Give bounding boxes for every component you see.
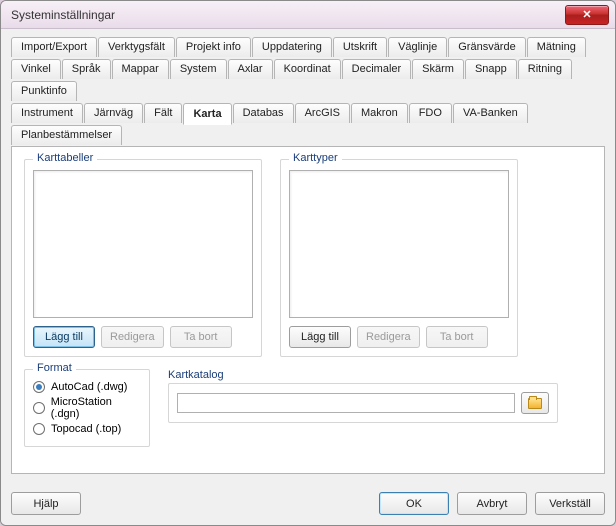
tab-gr-nsv-rde[interactable]: Gränsvärde bbox=[448, 37, 525, 57]
karttabeller-label: Karttabeller bbox=[33, 152, 97, 164]
footer-right: OK Avbryt Verkställ bbox=[379, 492, 605, 515]
tab-spr-k[interactable]: Språk bbox=[62, 59, 111, 79]
titlebar: Systeminställningar ✕ bbox=[1, 1, 615, 29]
format-option-label: MicroStation (.dgn) bbox=[51, 396, 141, 420]
tab-makron[interactable]: Makron bbox=[351, 103, 408, 123]
browse-button[interactable] bbox=[521, 392, 549, 414]
mid-row: Format AutoCad (.dwg)MicroStation (.dgn)… bbox=[24, 369, 592, 447]
karttabeller-buttons: Lägg till Redigera Ta bort bbox=[33, 326, 253, 348]
tab-snapp[interactable]: Snapp bbox=[465, 59, 517, 79]
karttyper-remove-button: Ta bort bbox=[426, 326, 488, 348]
tab-uppdatering[interactable]: Uppdatering bbox=[252, 37, 332, 57]
format-option-1[interactable]: MicroStation (.dgn) bbox=[33, 396, 141, 420]
tab-projekt-info[interactable]: Projekt info bbox=[176, 37, 251, 57]
help-button[interactable]: Hjälp bbox=[11, 492, 81, 515]
tab-verktygsf-lt[interactable]: Verktygsfält bbox=[98, 37, 175, 57]
ok-button[interactable]: OK bbox=[379, 492, 449, 515]
kartkatalog-wrapper: Kartkatalog bbox=[168, 369, 558, 423]
karttyper-edit-button: Redigera bbox=[357, 326, 420, 348]
tab-v-glinje[interactable]: Väglinje bbox=[388, 37, 447, 57]
tab-planbest-mmelser[interactable]: Planbestämmelser bbox=[11, 125, 122, 145]
tab-databas[interactable]: Databas bbox=[233, 103, 294, 123]
client-area: Import/ExportVerktygsfältProjekt infoUpp… bbox=[1, 29, 615, 484]
tab-system[interactable]: System bbox=[170, 59, 227, 79]
dialog-footer: Hjälp OK Avbryt Verkställ bbox=[1, 484, 615, 525]
tab-f-lt[interactable]: Fält bbox=[144, 103, 182, 123]
format-label: Format bbox=[33, 362, 76, 374]
tab-mappar[interactable]: Mappar bbox=[112, 59, 169, 79]
cancel-button[interactable]: Avbryt bbox=[457, 492, 527, 515]
karttyper-label: Karttyper bbox=[289, 152, 342, 164]
radio-icon bbox=[33, 402, 45, 414]
lists-row: Karttabeller Lägg till Redigera Ta bort … bbox=[24, 159, 592, 357]
radio-icon bbox=[33, 381, 45, 393]
tab-import-export[interactable]: Import/Export bbox=[11, 37, 97, 57]
window-title: Systeminställningar bbox=[11, 8, 115, 22]
tab-sk-rm[interactable]: Skärm bbox=[412, 59, 464, 79]
folder-icon bbox=[528, 398, 542, 409]
karttabeller-remove-button: Ta bort bbox=[170, 326, 232, 348]
settings-window: Systeminställningar ✕ Import/ExportVerkt… bbox=[0, 0, 616, 526]
tab-utskrift[interactable]: Utskrift bbox=[333, 37, 387, 57]
tab-koordinat[interactable]: Koordinat bbox=[274, 59, 341, 79]
format-option-label: AutoCad (.dwg) bbox=[51, 381, 127, 393]
tab-arcgis[interactable]: ArcGIS bbox=[295, 103, 350, 123]
tab-decimaler[interactable]: Decimaler bbox=[342, 59, 412, 79]
karttabeller-add-button[interactable]: Lägg till bbox=[33, 326, 95, 348]
close-button[interactable]: ✕ bbox=[565, 5, 609, 25]
radio-icon bbox=[33, 423, 45, 435]
apply-button[interactable]: Verkställ bbox=[535, 492, 605, 515]
tab-fdo[interactable]: FDO bbox=[409, 103, 452, 123]
karttyper-group: Karttyper Lägg till Redigera Ta bort bbox=[280, 159, 518, 357]
tab-axlar[interactable]: Axlar bbox=[228, 59, 273, 79]
format-option-0[interactable]: AutoCad (.dwg) bbox=[33, 381, 141, 393]
karttyper-buttons: Lägg till Redigera Ta bort bbox=[289, 326, 509, 348]
karttabeller-listbox[interactable] bbox=[33, 170, 253, 318]
format-option-2[interactable]: Topocad (.top) bbox=[33, 423, 141, 435]
tab-j-rnv-g[interactable]: Järnväg bbox=[84, 103, 143, 123]
tab-vinkel[interactable]: Vinkel bbox=[11, 59, 61, 79]
kartkatalog-input[interactable] bbox=[177, 393, 515, 413]
kartkatalog-group bbox=[168, 383, 558, 423]
karttabeller-group: Karttabeller Lägg till Redigera Ta bort bbox=[24, 159, 262, 357]
format-group: Format AutoCad (.dwg)MicroStation (.dgn)… bbox=[24, 369, 150, 447]
tab-karta[interactable]: Karta bbox=[183, 103, 231, 125]
kartkatalog-label: Kartkatalog bbox=[168, 369, 558, 381]
karttyper-listbox[interactable] bbox=[289, 170, 509, 318]
tabstrip: Import/ExportVerktygsfältProjekt infoUpp… bbox=[11, 37, 605, 147]
karttyper-add-button[interactable]: Lägg till bbox=[289, 326, 351, 348]
karttabeller-edit-button: Redigera bbox=[101, 326, 164, 348]
tab-m-tning[interactable]: Mätning bbox=[527, 37, 586, 57]
tab-punktinfo[interactable]: Punktinfo bbox=[11, 81, 77, 101]
tab-va-banken[interactable]: VA-Banken bbox=[453, 103, 528, 123]
tab-instrument[interactable]: Instrument bbox=[11, 103, 83, 123]
tab-ritning[interactable]: Ritning bbox=[518, 59, 572, 79]
tab-panel-karta: Karttabeller Lägg till Redigera Ta bort … bbox=[11, 146, 605, 474]
format-option-label: Topocad (.top) bbox=[51, 423, 121, 435]
close-icon: ✕ bbox=[582, 8, 591, 21]
